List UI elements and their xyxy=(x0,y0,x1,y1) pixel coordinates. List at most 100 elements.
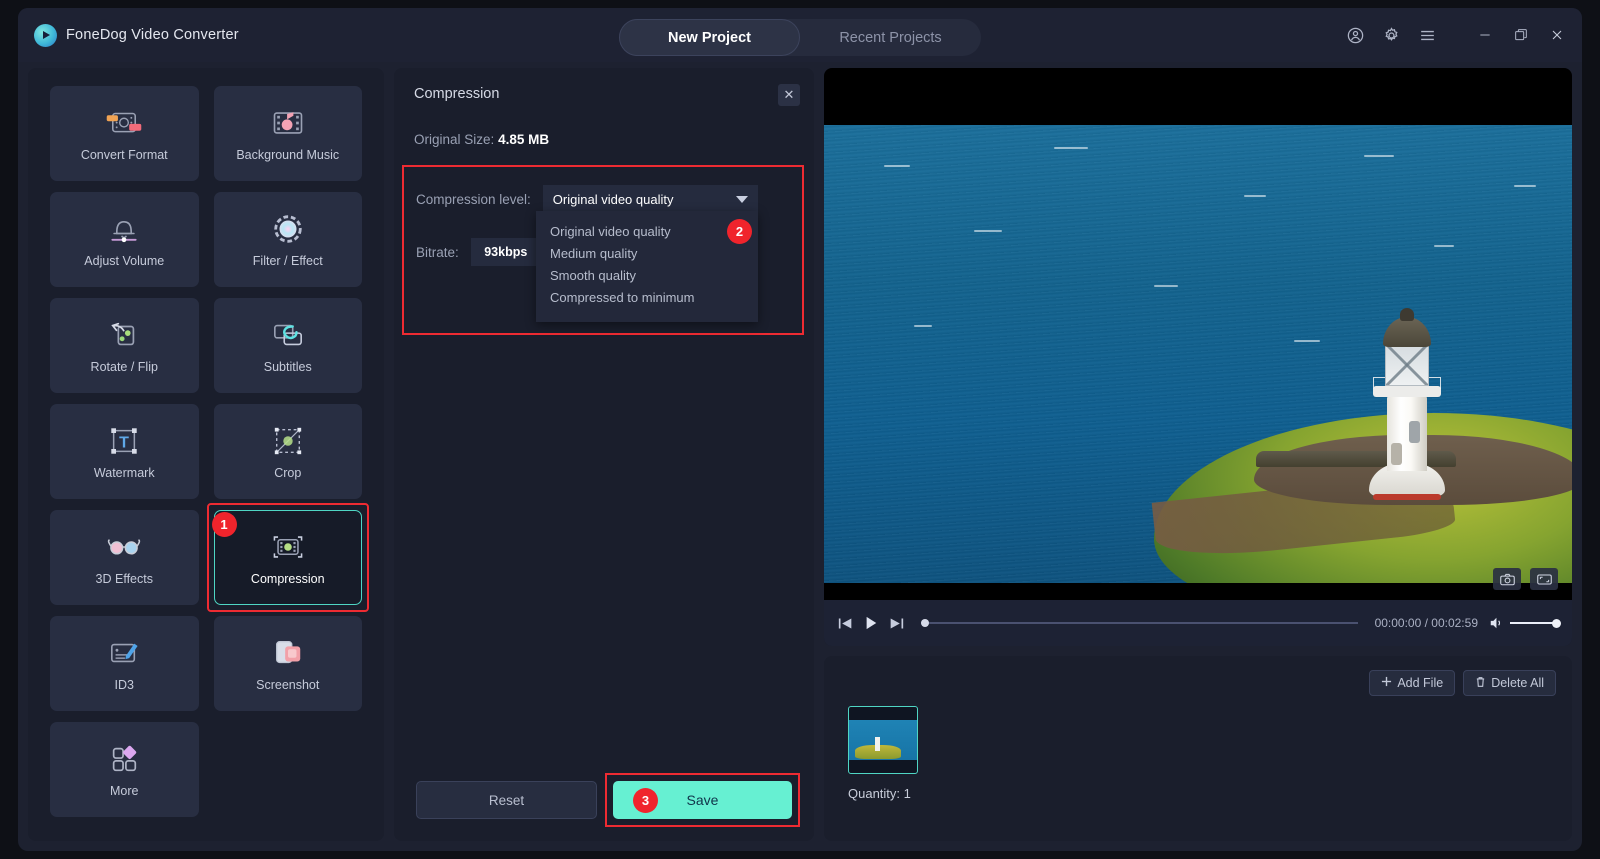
tool-label: Adjust Volume xyxy=(84,254,165,268)
file-thumbnail[interactable] xyxy=(848,706,918,774)
tool-adjust-volume[interactable]: Adjust Volume xyxy=(50,192,199,287)
panel-title: Compression xyxy=(414,86,500,102)
maximize-icon[interactable] xyxy=(1510,24,1532,46)
tool-filter-effect[interactable]: Filter / Effect xyxy=(213,192,362,287)
file-list-actions: Add File Delete All xyxy=(1369,670,1556,696)
compression-icon xyxy=(268,529,308,565)
tool-label: Background Music xyxy=(236,148,340,162)
delete-all-label: Delete All xyxy=(1491,676,1544,690)
dropdown-option-smooth[interactable]: Smooth quality xyxy=(536,264,758,286)
tool-label: Compression xyxy=(250,572,325,586)
quantity-label: Quantity: 1 xyxy=(848,786,911,801)
skip-previous-icon[interactable] xyxy=(838,617,853,630)
step-badge-1: 1 xyxy=(211,512,237,537)
volume-handle[interactable] xyxy=(1552,618,1561,628)
file-list-panel: Add File Delete All Quantity: 1 xyxy=(824,656,1572,841)
tool-subtitles[interactable]: Subtitles xyxy=(213,298,362,393)
project-tabs: New Project Recent Projects xyxy=(619,19,981,56)
volume-track[interactable] xyxy=(1510,618,1561,628)
app-title: FoneDog Video Converter xyxy=(66,27,239,43)
video-overlay-buttons xyxy=(1493,568,1558,590)
tab-recent-projects[interactable]: Recent Projects xyxy=(800,19,981,56)
application-window: FoneDog Video Converter New Project Rece… xyxy=(18,8,1582,851)
tool-label: Subtitles xyxy=(263,360,312,374)
tool-id3[interactable]: ID3 xyxy=(50,616,199,711)
tool-watermark[interactable]: T Watermark xyxy=(50,404,199,499)
play-circle-icon xyxy=(34,23,57,47)
filter-effect-icon xyxy=(268,211,308,247)
step-badge-2: 2 xyxy=(727,219,752,244)
lighthouse-door xyxy=(1391,443,1402,465)
thumbnail-lighthouse xyxy=(875,737,880,751)
tool-rotate-flip[interactable]: Rotate / Flip xyxy=(50,298,199,393)
tool-label: 3D Effects xyxy=(95,572,153,586)
delete-all-button[interactable]: Delete All xyxy=(1463,670,1556,696)
tool-screenshot[interactable]: Screenshot xyxy=(213,616,362,711)
video-stage[interactable] xyxy=(824,68,1572,600)
plus-icon xyxy=(1381,676,1392,690)
hamburger-menu-icon[interactable] xyxy=(1416,24,1438,46)
dropdown-option-original[interactable]: Original video quality xyxy=(536,220,758,242)
camera-icon[interactable] xyxy=(1493,568,1521,590)
tool-compression[interactable]: 1 Compression xyxy=(206,503,369,612)
subtitles-icon xyxy=(268,317,308,353)
panel-close-button[interactable]: ✕ xyxy=(778,84,800,106)
skip-next-icon[interactable] xyxy=(889,617,904,630)
watermark-icon: T xyxy=(104,423,144,459)
title-bar: FoneDog Video Converter New Project Rece… xyxy=(18,8,1582,62)
video-player: 00:00:00 / 00:02:59 xyxy=(824,68,1572,646)
brand: FoneDog Video Converter xyxy=(18,23,239,47)
lighthouse-red-trim xyxy=(1373,494,1441,500)
close-icon[interactable] xyxy=(1546,24,1568,46)
speaker-icon[interactable] xyxy=(1489,616,1503,630)
account-icon[interactable] xyxy=(1344,24,1366,46)
tool-label: More xyxy=(110,784,139,798)
tool-3d-effects[interactable]: 3D Effects xyxy=(50,510,199,605)
dropdown-option-minimum[interactable]: Compressed to minimum xyxy=(536,286,758,308)
dropdown-option-medium[interactable]: Medium quality xyxy=(536,242,758,264)
original-size-value: 4.85 MB xyxy=(498,132,550,147)
more-icon xyxy=(104,741,144,777)
compression-panel: Compression ✕ Original Size: 4.85 MB Com… xyxy=(394,68,814,841)
chevron-down-icon xyxy=(735,196,748,203)
compression-level-dropdown: 2 Original video quality Medium quality … xyxy=(536,211,758,322)
tool-label: Rotate / Flip xyxy=(90,360,158,374)
compression-level-select[interactable]: Original video quality xyxy=(542,185,758,214)
tool-crop[interactable]: Crop xyxy=(213,404,362,499)
svg-text:T: T xyxy=(119,435,129,452)
add-file-button[interactable]: Add File xyxy=(1369,670,1456,696)
settings-gear-icon[interactable] xyxy=(1380,24,1402,46)
volume-control xyxy=(1489,616,1561,630)
tool-label: Screenshot xyxy=(256,678,320,692)
player-controls: 00:00:00 / 00:02:59 xyxy=(824,600,1572,646)
background-music-icon xyxy=(268,105,308,141)
minimize-icon[interactable] xyxy=(1474,24,1496,46)
play-icon[interactable] xyxy=(864,616,878,630)
lighthouse-finial xyxy=(1400,308,1414,321)
lighthouse-lamp-room xyxy=(1385,344,1429,386)
window-controls xyxy=(1344,8,1568,62)
tool-more[interactable]: More xyxy=(50,722,199,817)
time-display: 00:00:00 / 00:02:59 xyxy=(1374,616,1478,630)
seek-handle[interactable] xyxy=(921,619,929,627)
preview-panel: 00:00:00 / 00:02:59 Add File Delete All … xyxy=(824,68,1572,841)
tool-background-music[interactable]: Background Music xyxy=(213,86,362,181)
trash-icon xyxy=(1475,676,1486,691)
compression-settings-highlight: Compression level: Original video qualit… xyxy=(402,165,804,335)
screenshot-icon xyxy=(268,635,308,671)
compression-level-label: Compression level: xyxy=(416,192,531,207)
rotate-flip-icon xyxy=(104,317,144,353)
lighthouse-window xyxy=(1409,421,1420,443)
frame-capture-icon[interactable] xyxy=(1530,568,1558,590)
crop-icon xyxy=(268,423,308,459)
seek-bar[interactable] xyxy=(921,619,1358,627)
tab-new-project[interactable]: New Project xyxy=(619,19,800,56)
tool-convert-format[interactable]: Convert Format xyxy=(50,86,199,181)
bitrate-input[interactable]: 93kbps xyxy=(470,238,541,266)
tool-label: Crop xyxy=(274,466,302,480)
tool-label: Watermark xyxy=(93,466,155,480)
tool-label: Filter / Effect xyxy=(252,254,323,268)
convert-format-icon xyxy=(104,105,144,141)
reset-button[interactable]: Reset xyxy=(416,781,597,819)
tool-grid: Convert Format Background Music Adjust V… xyxy=(50,86,369,817)
